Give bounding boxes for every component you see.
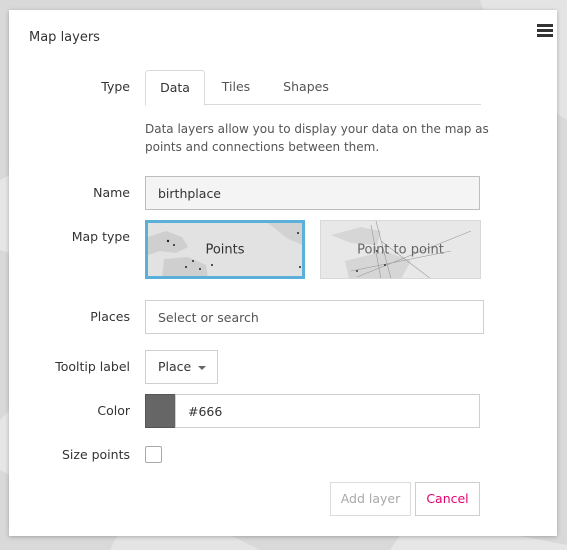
map-type-label: Map type bbox=[71, 229, 130, 244]
places-select[interactable] bbox=[145, 300, 484, 334]
size-points-label: Size points bbox=[61, 447, 130, 462]
add-layer-button[interactable]: Add layer bbox=[330, 482, 411, 516]
hamburger-menu-icon[interactable] bbox=[537, 24, 553, 38]
color-field[interactable] bbox=[175, 394, 480, 428]
map-type-points[interactable]: Points bbox=[145, 220, 305, 279]
tooltip-label-value: Place bbox=[158, 359, 192, 374]
map-type-point-to-point-label: Point to point bbox=[357, 242, 444, 257]
tab-tiles[interactable]: Tiles bbox=[207, 70, 265, 105]
places-label: Places bbox=[90, 309, 130, 324]
color-label: Color bbox=[97, 403, 130, 418]
name-field[interactable] bbox=[145, 176, 480, 210]
map-type-point-to-point[interactable]: Point to point bbox=[320, 220, 481, 279]
tab-data[interactable]: Data bbox=[145, 70, 205, 106]
type-label: Type bbox=[101, 79, 130, 94]
name-label: Name bbox=[93, 185, 130, 200]
color-swatch[interactable] bbox=[145, 394, 176, 428]
map-type-points-label: Points bbox=[205, 242, 245, 257]
caret-down-icon bbox=[198, 366, 206, 370]
map-layers-dialog: Map layers Type Data Tiles Shapes Data l… bbox=[9, 10, 557, 536]
dialog-title: Map layers bbox=[29, 30, 100, 45]
tab-shapes[interactable]: Shapes bbox=[273, 70, 339, 105]
layer-type-tabs: Data Tiles Shapes bbox=[145, 70, 481, 106]
size-points-checkbox[interactable] bbox=[145, 446, 162, 463]
cancel-button[interactable]: Cancel bbox=[415, 482, 480, 516]
tooltip-label-dropdown[interactable]: Place bbox=[145, 350, 218, 384]
data-layers-description: Data layers allow you to display your da… bbox=[145, 122, 489, 154]
tooltip-label: Tooltip label bbox=[55, 359, 130, 374]
